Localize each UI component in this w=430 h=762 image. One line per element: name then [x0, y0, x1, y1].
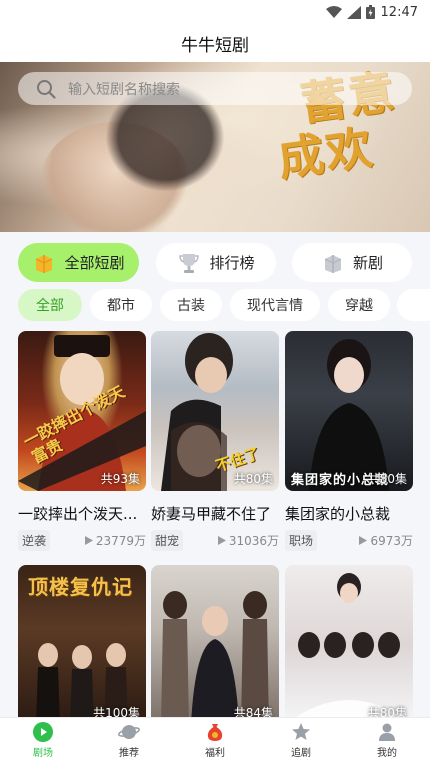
drama-card[interactable]: 集团家的小总裁 共80集 集团家的小总裁 职场 6973万: [285, 331, 413, 551]
tag-all[interactable]: 全部: [18, 289, 82, 321]
tab-label: 我的: [377, 747, 397, 759]
category-all-dramas-button[interactable]: 全部短剧: [18, 243, 139, 282]
play-circle-icon: [33, 721, 53, 742]
drama-cover[interactable]: 共80集: [285, 565, 413, 725]
tag-more[interactable]: [397, 289, 430, 321]
wifi-icon: [325, 5, 342, 18]
genre-tag-row: 全部 都市 古装 现代言情 穿越: [0, 286, 430, 324]
cover-art: [285, 573, 413, 725]
drama-card[interactable]: 顶楼复仇记 共100集: [18, 565, 146, 725]
tab-label: 推荐: [119, 747, 139, 759]
cover-art: [309, 339, 389, 491]
bottom-tab-bar: 剧场 推荐 福利 追剧 我的: [0, 717, 430, 762]
category-label: 全部短剧: [64, 254, 125, 272]
drama-cover[interactable]: 顶楼复仇记 共100集: [18, 565, 146, 725]
play-icon: [217, 536, 226, 545]
star-icon: [292, 722, 310, 740]
page-title-bar: 牛牛短剧: [0, 24, 430, 62]
tab-mine[interactable]: 我的: [344, 718, 430, 762]
tab-label: 追剧: [291, 747, 311, 759]
banner-poster-title-line2: 成欢: [274, 119, 378, 187]
drama-cover[interactable]: 集团家的小总裁 共80集: [285, 331, 413, 491]
category-label: 新剧: [352, 254, 383, 272]
tag-modern-romance[interactable]: 现代言情: [230, 289, 320, 321]
play-icon: [359, 536, 368, 545]
status-bar: 12:47: [0, 0, 430, 24]
tab-label: 福利: [205, 747, 225, 759]
episode-count: 共93集: [100, 472, 140, 486]
drama-genre-badge: 职场: [285, 530, 318, 551]
drama-title: 集团家的小总裁: [285, 505, 391, 523]
user-icon: [379, 723, 395, 741]
drama-card[interactable]: 共80集: [285, 565, 413, 725]
view-count: 31036万: [217, 532, 279, 549]
view-count: 23779万: [84, 532, 146, 549]
category-label: 排行榜: [209, 254, 255, 272]
trophy-icon: [179, 253, 200, 273]
drama-card[interactable]: 共84集: [151, 565, 279, 725]
drama-genre-badge: 甜宠: [151, 530, 184, 551]
drama-cover[interactable]: 不住了 共80集: [151, 331, 279, 491]
cellular-signal-icon: [346, 5, 361, 19]
search-bar[interactable]: 输入短剧名称搜索: [18, 72, 412, 105]
cover-art: [161, 591, 269, 725]
drama-card[interactable]: 一跤摔出个泼天富贵 共93集 一跤摔出个泼天... 逆袭 23779万: [18, 331, 146, 551]
battery-icon: [365, 5, 375, 19]
gift-box-icon: [36, 254, 53, 273]
view-count-value: 31036万: [228, 534, 279, 548]
cover-art: [161, 333, 233, 491]
search-input[interactable]: 输入短剧名称搜索: [68, 79, 180, 99]
drama-cover[interactable]: 共84集: [151, 565, 279, 725]
search-icon: [37, 79, 56, 99]
page-title: 牛牛短剧: [181, 35, 249, 56]
view-count-value: 6973万: [370, 534, 413, 548]
category-ranking-button[interactable]: 排行榜: [156, 243, 276, 282]
drama-genre-badge: 逆袭: [18, 530, 51, 551]
tab-recommend[interactable]: 推荐: [86, 718, 172, 762]
category-row: 全部短剧 排行榜 新剧: [0, 232, 430, 282]
drama-cover[interactable]: 一跤摔出个泼天富贵 共93集: [18, 331, 146, 491]
tab-welfare[interactable]: 福利: [172, 718, 258, 762]
tab-theater[interactable]: 剧场: [0, 718, 86, 762]
episode-count: 共80集: [367, 472, 407, 486]
episode-count: 共80集: [233, 472, 273, 486]
tag-urban[interactable]: 都市: [90, 289, 152, 321]
tab-label: 剧场: [33, 747, 53, 759]
planet-icon: [118, 724, 140, 739]
view-count: 6973万: [359, 532, 413, 549]
tag-time-travel[interactable]: 穿越: [328, 289, 390, 321]
tag-costume[interactable]: 古装: [160, 289, 222, 321]
tab-follow[interactable]: 追剧: [258, 718, 344, 762]
drama-title: 娇妻马甲藏不住了: [151, 505, 272, 523]
status-time: 12:47: [380, 4, 418, 20]
category-new-button[interactable]: 新剧: [292, 243, 412, 282]
new-box-icon: [324, 254, 342, 273]
money-bag-icon: [207, 723, 223, 741]
view-count-value: 23779万: [95, 534, 146, 548]
drama-title: 一跤摔出个泼天...: [18, 505, 138, 523]
cover-poster-text: 顶楼复仇记: [28, 575, 133, 599]
drama-card[interactable]: 不住了 共80集 娇妻马甲藏不住了 甜宠 31036万: [151, 331, 279, 551]
play-icon: [84, 536, 93, 545]
